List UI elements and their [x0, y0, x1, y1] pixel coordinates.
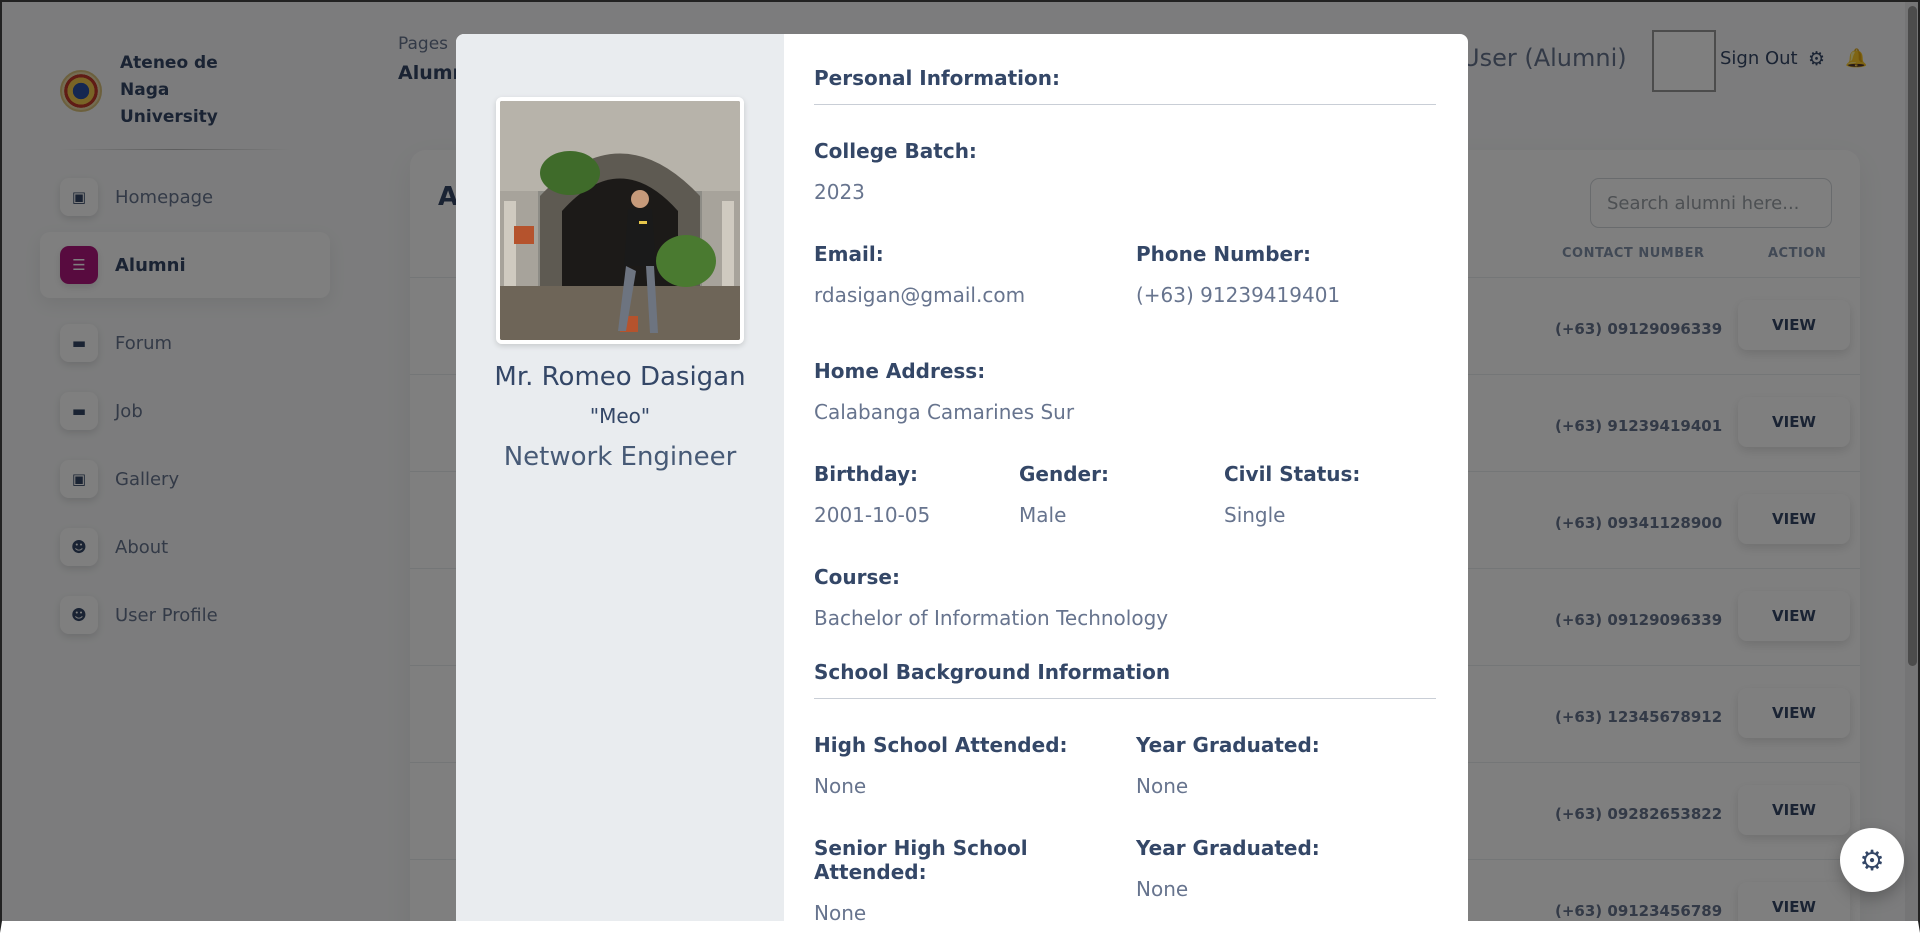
field-label: Year Graduated:	[1136, 836, 1320, 860]
field-gender: Gender: Male	[1019, 462, 1224, 527]
scrollbar-thumb[interactable]	[1908, 6, 1917, 666]
field-value: None	[814, 901, 867, 925]
profile-photo	[496, 97, 744, 344]
field-label: Course:	[814, 565, 900, 589]
field-phone: Phone Number: (+63) 91239419401	[1136, 242, 1436, 307]
section-title-personal: Personal Information:	[814, 66, 1060, 90]
field-value: Calabanga Camarines Sur	[814, 400, 1075, 424]
field-value: 2023	[814, 180, 865, 204]
alumni-name: Mr. Romeo Dasigan	[494, 362, 746, 392]
field-value: Bachelor of Information Technology	[814, 606, 1169, 630]
field-label: High School Attended:	[814, 733, 1068, 757]
field-birthday: Birthday: 2001-10-05	[814, 462, 1019, 527]
bio-fields: Birthday: 2001-10-05 Gender: Male Civil …	[814, 462, 1436, 527]
field-label: Senior High School Attended:	[814, 836, 1028, 884]
field-value: Male	[1019, 503, 1067, 527]
alumni-profile-modal: Mr. Romeo Dasigan "Meo" Network Engineer…	[456, 34, 1468, 933]
divider	[814, 698, 1436, 699]
field-value: rdasigan@gmail.com	[814, 283, 1026, 307]
high-school-fields: High School Attended: None Year Graduate…	[814, 733, 1436, 798]
contact-fields: Email: rdasigan@gmail.com Phone Number: …	[814, 242, 1436, 307]
alumni-job-title: Network Engineer	[503, 442, 737, 472]
field-email: Email: rdasigan@gmail.com	[814, 242, 1136, 307]
field-home-address: Home Address: Calabanga Camarines Sur	[814, 359, 1436, 424]
profile-details-panel: Personal Information: College Batch: 202…	[784, 34, 1468, 933]
senior-high-school-fields: Senior High School Attended: None Year G…	[814, 836, 1436, 925]
field-course: Course: Bachelor of Information Technolo…	[814, 565, 1436, 630]
field-value: None	[814, 774, 867, 798]
field-label: Email:	[814, 242, 884, 266]
field-label: College Batch:	[814, 139, 977, 163]
field-civil-status: Civil Status: Single	[1224, 462, 1429, 527]
field-label: Civil Status:	[1224, 462, 1361, 486]
field-label: Birthday:	[814, 462, 918, 486]
field-label: Gender:	[1019, 462, 1109, 486]
field-value: None	[1136, 774, 1189, 798]
field-high-school: High School Attended: None	[814, 733, 1136, 798]
field-label: Home Address:	[814, 359, 986, 383]
field-senior-high-school: Senior High School Attended: None	[814, 836, 1136, 925]
field-value: None	[1136, 877, 1189, 901]
field-college-batch: College Batch: 2023	[814, 139, 1436, 204]
field-label: Year Graduated:	[1136, 733, 1320, 757]
field-value: (+63) 91239419401	[1136, 283, 1341, 307]
divider	[814, 104, 1436, 105]
profile-photo-image	[500, 101, 740, 340]
field-value: Single	[1224, 503, 1286, 527]
profile-summary-panel: Mr. Romeo Dasigan "Meo" Network Engineer	[456, 34, 784, 933]
gear-icon: ⚙	[1859, 843, 1885, 877]
alumni-nickname: "Meo"	[589, 404, 651, 428]
settings-fab-button[interactable]: ⚙	[1840, 828, 1904, 892]
field-value: 2001-10-05	[814, 503, 931, 527]
field-shs-year-graduated: Year Graduated: None	[1136, 836, 1436, 925]
section-title-school: School Background Information	[814, 660, 1171, 684]
field-label: Phone Number:	[1136, 242, 1311, 266]
field-hs-year-graduated: Year Graduated: None	[1136, 733, 1436, 798]
